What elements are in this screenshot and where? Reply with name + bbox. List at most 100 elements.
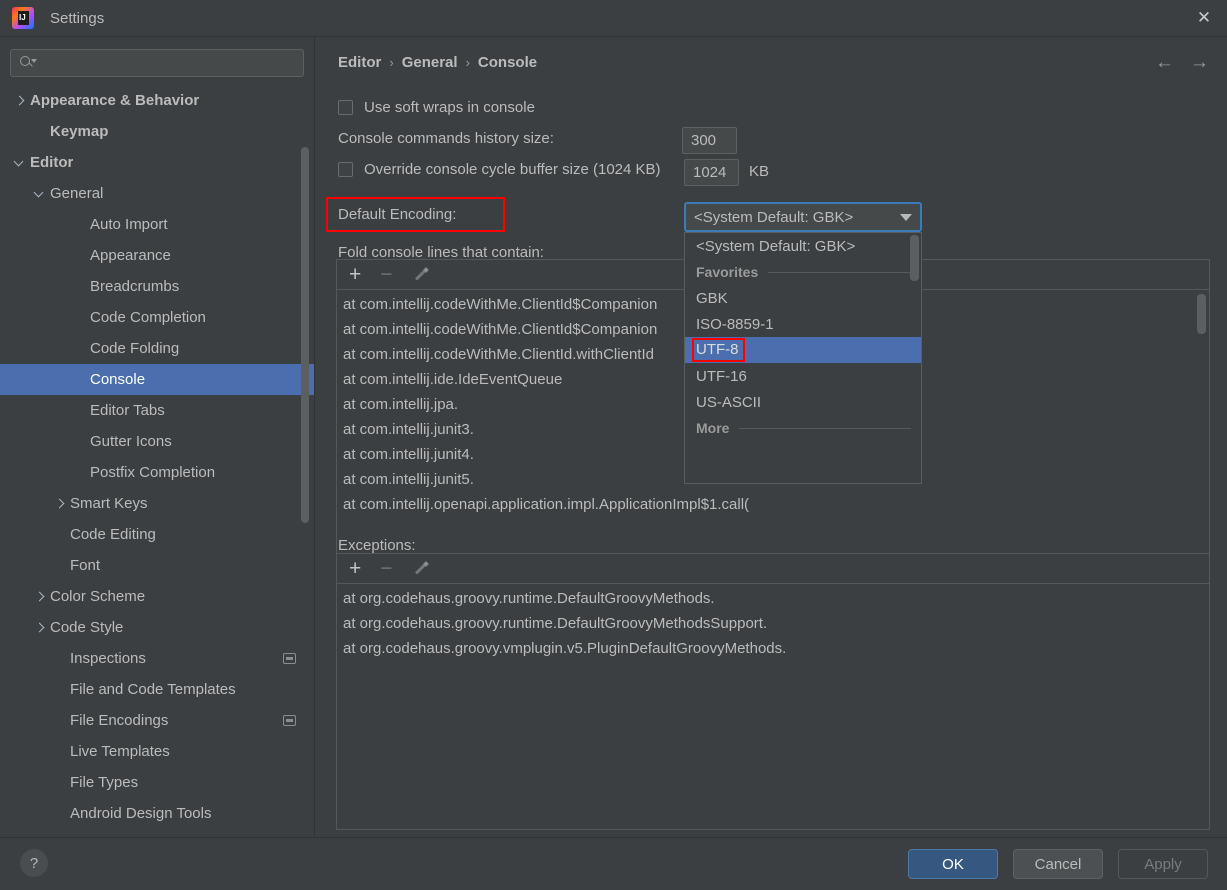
override-buffer-label: Override console cycle buffer size (1024… [364, 161, 661, 178]
sidebar-item-smart-keys[interactable]: Smart Keys [0, 488, 314, 519]
sidebar-item-label: Inspections [70, 650, 146, 667]
search-input[interactable] [10, 49, 304, 77]
sidebar-item-inspections[interactable]: Inspections [0, 643, 314, 674]
ok-button[interactable]: OK [908, 849, 998, 879]
breadcrumb-console[interactable]: Console [478, 54, 537, 71]
chevron-right-icon[interactable] [34, 622, 45, 633]
forward-arrow-icon[interactable]: → [1190, 53, 1209, 72]
sidebar-item-label: File Encodings [70, 712, 169, 729]
sidebar-item-keymap[interactable]: Keymap [0, 116, 314, 147]
breadcrumb-general[interactable]: General [402, 54, 458, 71]
dropdown-group-label: More [696, 420, 730, 436]
add-icon[interactable]: + [349, 558, 361, 579]
sidebar-item-label: Editor [30, 154, 74, 171]
cancel-button[interactable]: Cancel [1013, 849, 1103, 879]
list-item[interactable]: at org.codehaus.groovy.vmplugin.v5.Plugi… [337, 636, 1209, 661]
chevron-down-icon[interactable] [34, 188, 45, 199]
apply-button[interactable]: Apply [1118, 849, 1208, 879]
sidebar-item-label: General [50, 185, 104, 202]
history-size-input[interactable]: 300 [682, 127, 737, 154]
sidebar-item-code-style[interactable]: Code Style [0, 612, 314, 643]
sidebar-item-appearance-behavior[interactable]: Appearance & Behavior [0, 85, 314, 116]
remove-icon[interactable]: − [380, 558, 392, 579]
breadcrumb-separator-1: › [389, 55, 394, 70]
sidebar-item-file-types[interactable]: File Types [0, 767, 314, 798]
sidebar-item-editor-tabs[interactable]: Editor Tabs [0, 395, 314, 426]
sidebar-item-breadcrumbs[interactable]: Breadcrumbs [0, 271, 314, 302]
sidebar-item-auto-import[interactable]: Auto Import [0, 209, 314, 240]
soft-wraps-label: Use soft wraps in console [364, 99, 535, 116]
pencil-icon[interactable] [412, 267, 428, 283]
sidebar-item-font[interactable]: Font [0, 550, 314, 581]
sidebar-item-color-scheme[interactable]: Color Scheme [0, 581, 314, 612]
list-item[interactable]: at org.codehaus.groovy.runtime.DefaultGr… [337, 611, 1209, 636]
sidebar-item-general[interactable]: General [0, 178, 314, 209]
sidebar-item-file-encodings[interactable]: File Encodings [0, 705, 314, 736]
sidebar-item-code-folding[interactable]: Code Folding [0, 333, 314, 364]
sidebar-item-label: Live Templates [70, 743, 170, 760]
fold-panel-scrollbar[interactable] [1197, 294, 1206, 334]
breadcrumb-editor[interactable]: Editor [338, 54, 381, 71]
encoding-dropdown-list[interactable]: <System Default: GBK> Favorites GBK ISO-885… [684, 232, 922, 484]
dropdown-option[interactable]: US-ASCII [685, 389, 921, 415]
override-buffer-row[interactable]: Override console cycle buffer size (1024… [338, 161, 661, 178]
exception-lines-list[interactable]: at org.codehaus.groovy.runtime.DefaultGr… [337, 584, 1209, 661]
window-title: Settings [50, 9, 105, 27]
remove-icon[interactable]: − [380, 264, 392, 285]
sidebar-item-label: Appearance & Behavior [30, 92, 200, 109]
sidebar-item-code-editing[interactable]: Code Editing [0, 519, 314, 550]
list-item[interactable]: at com.intellij.openapi.application.impl… [337, 492, 1209, 517]
dropdown-option[interactable]: <System Default: GBK> [685, 233, 921, 259]
dropdown-option[interactable]: UTF-16 [685, 363, 921, 389]
close-icon[interactable]: ✕ [1181, 0, 1227, 36]
dialog-footer: ? OK Cancel Apply [0, 837, 1227, 890]
dropdown-option[interactable]: UTF-8 [685, 337, 921, 363]
chevron-down-icon[interactable] [14, 157, 25, 168]
chevron-right-icon[interactable] [14, 95, 25, 106]
soft-wraps-checkbox[interactable] [338, 100, 353, 115]
history-size-label-row: Console commands history size: [338, 130, 554, 147]
group-divider [739, 427, 911, 429]
sidebar-item-android-design-tools[interactable]: Android Design Tools [0, 798, 314, 829]
sidebar-item-code-completion[interactable]: Code Completion [0, 302, 314, 333]
chevron-right-icon[interactable] [54, 498, 65, 509]
default-encoding-combobox[interactable]: <System Default: GBK> [684, 202, 922, 232]
override-buffer-checkbox[interactable] [338, 162, 353, 177]
override-buffer-input[interactable]: 1024 [684, 159, 739, 186]
sidebar-item-label: Console [90, 371, 146, 388]
dropdown-option[interactable]: GBK [685, 285, 921, 311]
breadcrumb: Editor › General › Console [338, 54, 537, 71]
back-arrow-icon[interactable]: ← [1155, 53, 1174, 72]
sidebar-item-file-and-code-templates[interactable]: File and Code Templates [0, 674, 314, 705]
sidebar-item-editor[interactable]: Editor [0, 147, 314, 178]
sidebar-item-label: Font [70, 557, 101, 574]
sidebar-item-gutter-icons[interactable]: Gutter Icons [0, 426, 314, 457]
sidebar-item-postfix-completion[interactable]: Postfix Completion [0, 457, 314, 488]
add-icon[interactable]: + [349, 264, 361, 285]
help-icon[interactable]: ? [20, 849, 48, 877]
chevron-right-icon[interactable] [34, 591, 45, 602]
breadcrumb-separator-2: › [465, 55, 470, 70]
sidebar-item-label: Breadcrumbs [90, 278, 180, 295]
dropdown-scrollbar[interactable] [910, 235, 919, 281]
pencil-icon[interactable] [412, 561, 428, 577]
list-item[interactable]: at org.codehaus.groovy.runtime.DefaultGr… [337, 586, 1209, 611]
dropdown-option[interactable]: ISO-8859-1 [685, 311, 921, 337]
sidebar-item-label: Keymap [50, 123, 109, 140]
sidebar-item-console[interactable]: Console [0, 364, 314, 395]
dropdown-option-label: <System Default: GBK> [696, 237, 856, 255]
sidebar-item-live-templates[interactable]: Live Templates [0, 736, 314, 767]
sidebar-scrollbar[interactable] [301, 147, 309, 523]
sidebar-item-appearance[interactable]: Appearance [0, 240, 314, 271]
settings-tree: Appearance & Behavior Keymap Editor General… [0, 85, 314, 829]
soft-wraps-row[interactable]: Use soft wraps in console [338, 99, 535, 116]
